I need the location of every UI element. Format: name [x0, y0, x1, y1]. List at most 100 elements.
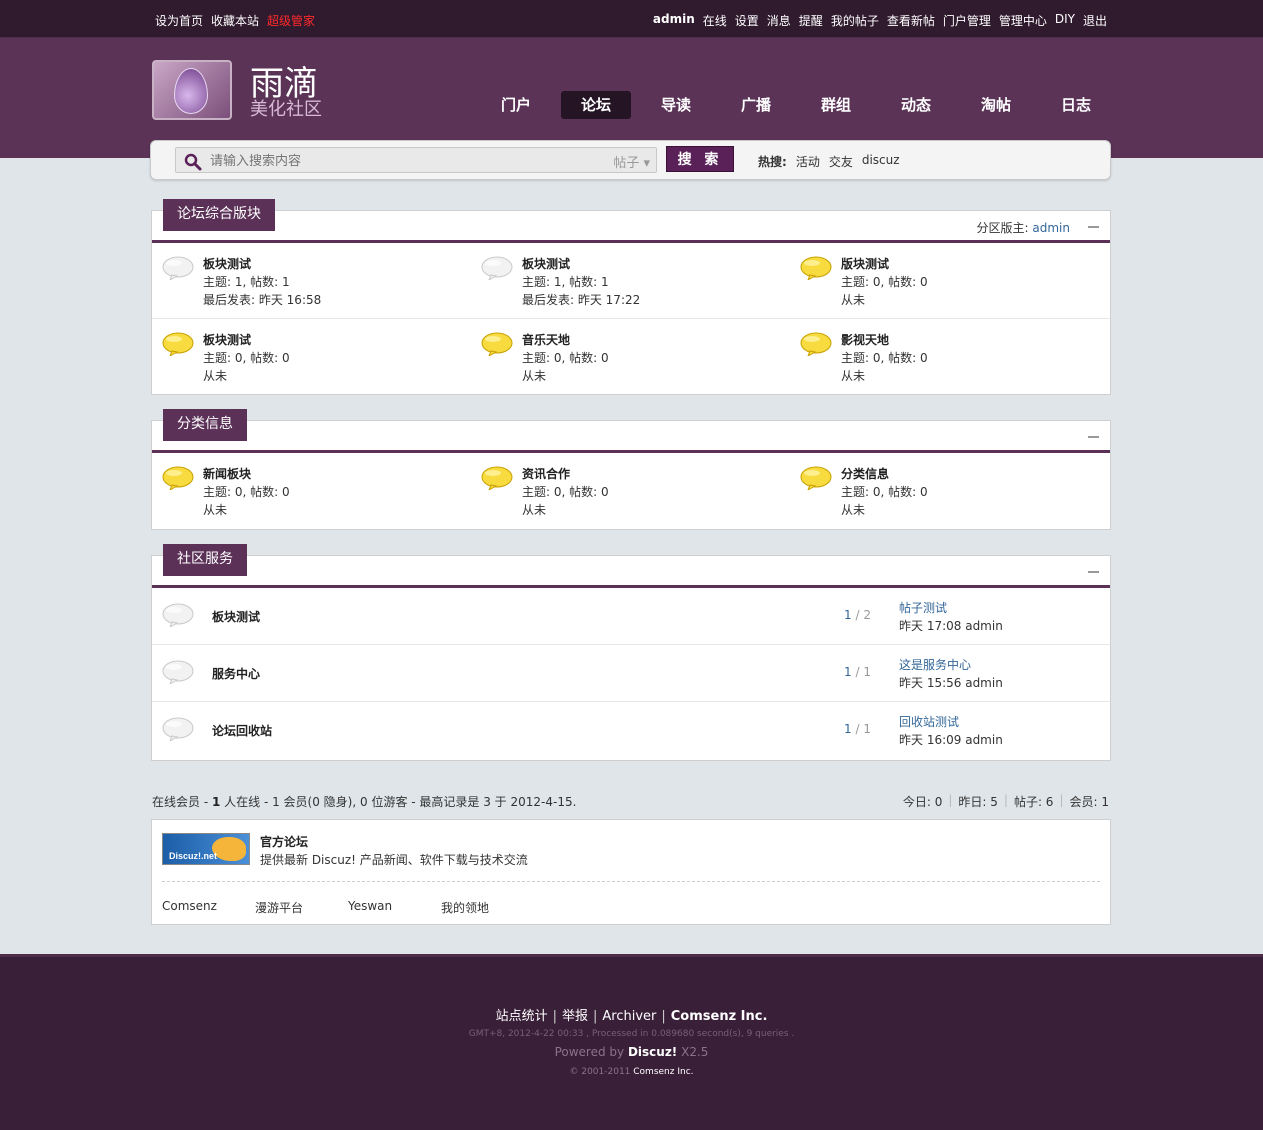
collapse-icon[interactable]	[1088, 436, 1099, 438]
bubble-gray-icon[interactable]	[162, 256, 194, 282]
service-forum-name[interactable]: 服务中心	[212, 665, 260, 682]
super-manager-link[interactable]: 超级管家	[267, 12, 315, 29]
portal-admin-link[interactable]: 门户管理	[943, 12, 991, 29]
forum-cell: 板块测试 主题: 0, 帖数: 0 从未	[152, 319, 471, 395]
link-yeswan[interactable]: Yeswan	[348, 899, 441, 916]
bubble-yellow-icon[interactable]	[800, 256, 832, 282]
forum-stats: 主题: 0, 帖数: 0	[522, 351, 609, 365]
search-bar: 帖子 ▾ 搜 索 热搜: 活动 交友 discuz	[150, 140, 1111, 180]
nav-broadcast[interactable]: 广播	[716, 91, 796, 119]
footer-info: GMT+8, 2012-4-22 00:33 , Processed in 0.…	[468, 1029, 795, 1039]
forum-name[interactable]: 版块测试	[841, 255, 1109, 273]
bubble-yellow-icon[interactable]	[481, 466, 513, 492]
logo-icon[interactable]	[152, 60, 232, 120]
hot-keyword[interactable]: discuz	[862, 153, 900, 170]
top-bar: 设为首页 收藏本站 超级管家 admin 在线 设置 消息 提醒 我的帖子 查看…	[0, 0, 1263, 38]
service-forum-name[interactable]: 论坛回收站	[212, 722, 272, 739]
forum-name[interactable]: 音乐天地	[522, 331, 790, 349]
bubble-gray-icon[interactable]	[162, 660, 194, 686]
last-post-title[interactable]: 回收站测试	[899, 715, 959, 729]
notifications-link[interactable]: 提醒	[799, 12, 823, 29]
bubble-yellow-icon[interactable]	[481, 332, 513, 358]
hot-keyword[interactable]: 交友	[829, 153, 853, 170]
bubble-yellow-icon[interactable]	[162, 466, 194, 492]
admin-center-link[interactable]: 管理中心	[999, 12, 1047, 29]
user-link[interactable]: admin	[653, 12, 695, 29]
link-roaming[interactable]: 漫游平台	[255, 899, 348, 916]
logout-link[interactable]: 退出	[1083, 12, 1107, 29]
group-title[interactable]: 论坛综合版块	[163, 199, 275, 231]
powered-version: X2.5	[677, 1045, 709, 1059]
nav-collection[interactable]: 淘帖	[956, 91, 1036, 119]
link-comsenz[interactable]: Comsenz	[162, 899, 255, 916]
last-post-title[interactable]: 帖子测试	[899, 601, 947, 615]
bubble-yellow-icon[interactable]	[162, 332, 194, 358]
moderator-link[interactable]: admin	[1032, 221, 1070, 235]
forum-name[interactable]: 板块测试	[203, 331, 471, 349]
forum-name[interactable]: 分类信息	[841, 465, 1109, 483]
bubble-yellow-icon[interactable]	[800, 332, 832, 358]
footer-brand-link[interactable]: Comsenz Inc.	[671, 1009, 768, 1024]
group-title[interactable]: 社区服务	[163, 544, 247, 576]
nav-blog[interactable]: 日志	[1036, 91, 1116, 119]
hot-keyword[interactable]: 活动	[796, 153, 820, 170]
forum-name[interactable]: 资讯合作	[522, 465, 790, 483]
forum-cell: 资讯合作 主题: 0, 帖数: 0 从未	[471, 453, 790, 529]
stat-today: 今日: 0	[902, 795, 943, 809]
forum-cell: 新闻板块 主题: 0, 帖数: 0 从未	[152, 453, 471, 529]
diy-link[interactable]: DIY	[1055, 12, 1075, 29]
group-header	[152, 556, 1110, 588]
link-my-territory[interactable]: 我的领地	[441, 899, 534, 916]
set-homepage-link[interactable]: 设为首页	[155, 12, 203, 29]
hot-search: 热搜: 活动 交友 discuz	[758, 153, 900, 170]
bubble-yellow-icon[interactable]	[800, 466, 832, 492]
nav-forum[interactable]: 论坛	[561, 91, 631, 119]
forum-row: 新闻板块 主题: 0, 帖数: 0 从未 资讯合作 主题: 0, 帖数: 0 从未 分类信息…	[152, 453, 1110, 529]
collapse-icon[interactable]	[1088, 226, 1099, 228]
bubble-gray-icon[interactable]	[162, 603, 194, 629]
search-button[interactable]: 搜 索	[666, 146, 734, 172]
group-title[interactable]: 分类信息	[163, 409, 247, 441]
footer-archiver-link[interactable]: Archiver	[602, 1009, 656, 1024]
footer: 站点统计 | 举报 | Archiver | Comsenz Inc. GMT+8, 201…	[0, 954, 1263, 1130]
forum-name[interactable]: 影视天地	[841, 331, 1109, 349]
forum-last-post: 从未	[841, 503, 866, 517]
nav-guide[interactable]: 导读	[636, 91, 716, 119]
new-posts-link[interactable]: 查看新帖	[887, 12, 935, 29]
forum-stats: 主题: 0, 帖数: 0	[522, 485, 609, 499]
settings-link[interactable]: 设置	[735, 12, 759, 29]
official-forum-link[interactable]: 官方论坛	[260, 833, 308, 850]
search-input[interactable]	[210, 148, 590, 172]
search-type-label: 帖子	[613, 156, 640, 171]
service-forum-name[interactable]: 板块测试	[212, 608, 260, 625]
forum-cell: 分类信息 主题: 0, 帖数: 0 从未	[790, 453, 1109, 529]
forum-name[interactable]: 新闻板块	[203, 465, 471, 483]
online-link[interactable]: 在线	[703, 12, 727, 29]
forum-name[interactable]: 板块测试	[203, 255, 471, 273]
messages-link[interactable]: 消息	[767, 12, 791, 29]
post-count: 1	[863, 722, 871, 736]
forum-cell: 影视天地主题: 0, 帖数: 0 从未	[790, 319, 1109, 395]
discuz-logo[interactable]: Discuz!.net	[162, 833, 250, 865]
bookmark-link[interactable]: 收藏本站	[211, 12, 259, 29]
forum-name[interactable]: 板块测试	[522, 255, 790, 273]
footer-report-link[interactable]: 举报	[562, 1009, 588, 1024]
forum-stats: 主题: 0, 帖数: 0	[841, 351, 928, 365]
powered-name[interactable]: Discuz!	[628, 1045, 677, 1059]
forum-last-post: 从未	[841, 369, 866, 383]
last-post-title[interactable]: 这是服务中心	[899, 658, 971, 672]
collapse-icon[interactable]	[1088, 571, 1099, 573]
group-moderator: 分区版主: admin	[977, 219, 1070, 236]
footer-sep: |	[661, 1009, 666, 1024]
nav-groups[interactable]: 群组	[796, 91, 876, 119]
bubble-gray-icon[interactable]	[162, 717, 194, 743]
service-row: 服务中心 1 / 1 这是服务中心 昨天 15:56 admin	[152, 645, 1110, 702]
footer-stats-link[interactable]: 站点统计	[496, 1009, 548, 1024]
my-posts-link[interactable]: 我的帖子	[831, 12, 879, 29]
copyright-company[interactable]: Comsenz Inc.	[633, 1067, 693, 1077]
nav-feed[interactable]: 动态	[876, 91, 956, 119]
search-type-select[interactable]: 帖子 ▾	[613, 152, 650, 171]
forum-stats: 主题: 1, 帖数: 1	[203, 275, 290, 289]
nav-portal[interactable]: 门户	[476, 91, 556, 119]
bubble-gray-icon[interactable]	[481, 256, 513, 282]
